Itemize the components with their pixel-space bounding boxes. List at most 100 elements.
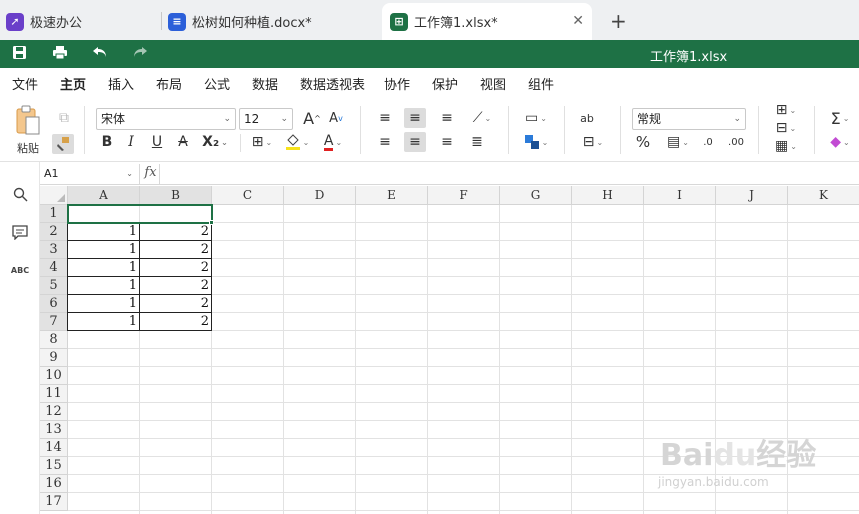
font-size-select[interactable]: 12 ⌄ bbox=[239, 108, 293, 130]
paste-icon[interactable] bbox=[12, 104, 44, 138]
align-left-icon[interactable]: ≡ bbox=[374, 132, 396, 152]
font-name-select[interactable]: 宋体 ⌄ bbox=[96, 108, 236, 130]
row-header-2[interactable]: 2 bbox=[40, 223, 68, 241]
delete-cells-icon[interactable]: ⊟ ⌄ bbox=[770, 120, 802, 136]
menu-data[interactable]: 数据 bbox=[252, 74, 278, 93]
cell-style-icon[interactable]: ⌄ bbox=[520, 132, 552, 152]
function-icon[interactable]: fx bbox=[142, 164, 160, 184]
baidu-watermark: Baidu经验 bbox=[660, 438, 817, 473]
currency-icon[interactable]: ▤ ⌄ bbox=[662, 132, 694, 152]
copy-icon[interactable]: ⧉ bbox=[54, 108, 74, 128]
grow-font-icon[interactable]: A ^ bbox=[302, 108, 322, 128]
column-header-i[interactable]: I bbox=[644, 186, 716, 205]
row-header-8[interactable]: 8 bbox=[40, 331, 68, 349]
row-header-12[interactable]: 12 bbox=[40, 403, 68, 421]
row-header-5[interactable]: 5 bbox=[40, 277, 68, 295]
align-top-icon[interactable]: ≡ bbox=[374, 108, 396, 128]
align-middle-icon[interactable]: ≡ bbox=[404, 108, 426, 128]
menu-insert[interactable]: 插入 bbox=[108, 74, 134, 93]
borders-icon[interactable]: ⊞ ⌄ bbox=[248, 132, 276, 152]
sum-icon[interactable]: Σ ⌄ bbox=[824, 108, 856, 128]
fill-color-icon[interactable]: ⌄ bbox=[282, 132, 312, 152]
row-header-4[interactable]: 4 bbox=[40, 259, 68, 277]
underline-button[interactable]: U bbox=[148, 132, 166, 152]
row-header-13[interactable]: 13 bbox=[40, 421, 68, 439]
grid-line bbox=[68, 510, 859, 511]
align-bottom-icon[interactable]: ≡ bbox=[436, 108, 458, 128]
format-cells-icon[interactable]: ▦ ⌄ bbox=[770, 138, 802, 154]
menu-components[interactable]: 组件 bbox=[528, 74, 554, 93]
shrink-font-icon[interactable]: Av bbox=[326, 108, 346, 128]
menu-protect[interactable]: 保护 bbox=[432, 74, 458, 93]
search-icon[interactable] bbox=[10, 184, 30, 204]
comment-icon[interactable] bbox=[10, 222, 30, 242]
menu-file[interactable]: 文件 bbox=[12, 74, 38, 93]
spellcheck-sidebar-icon[interactable]: ABC bbox=[10, 260, 30, 280]
menu-view[interactable]: 视图 bbox=[480, 74, 506, 93]
insert-cells-icon[interactable]: ⊞ ⌄ bbox=[770, 102, 802, 118]
row-header-14[interactable]: 14 bbox=[40, 439, 68, 457]
print-icon[interactable] bbox=[52, 45, 68, 64]
selected-cell[interactable] bbox=[67, 204, 213, 224]
row-header-16[interactable]: 16 bbox=[40, 475, 68, 493]
row-header-7[interactable]: 7 bbox=[40, 313, 68, 331]
tab-jisu-office[interactable]: ➚ 极速办公 bbox=[6, 3, 156, 40]
number-format-select[interactable]: 常规 ⌄ bbox=[632, 108, 746, 130]
rocket-icon: ➚ bbox=[6, 12, 24, 31]
menu-home[interactable]: 主页 bbox=[60, 74, 87, 98]
menu-formula[interactable]: 公式 bbox=[204, 74, 230, 93]
column-header-h[interactable]: H bbox=[572, 186, 644, 205]
font-color-icon[interactable]: A ⌄ bbox=[318, 132, 348, 152]
redo-icon[interactable] bbox=[132, 45, 148, 63]
italic-button[interactable]: I bbox=[122, 132, 140, 152]
bold-button[interactable]: B bbox=[98, 132, 116, 152]
tab-xlsx[interactable]: ⊞ 工作簿1.xlsx* ✕ bbox=[382, 3, 592, 40]
menu-collaborate[interactable]: 协作 bbox=[384, 74, 410, 93]
new-tab-button[interactable]: + bbox=[610, 9, 627, 33]
percent-button[interactable]: % bbox=[632, 132, 654, 152]
cell-border-line bbox=[67, 258, 212, 259]
row-header-17[interactable]: 17 bbox=[40, 493, 68, 511]
align-right-icon[interactable]: ≡ bbox=[436, 132, 458, 152]
strikethrough-button[interactable]: A bbox=[174, 132, 192, 152]
spell-check-icon[interactable]: ab bbox=[576, 108, 598, 128]
column-header-a[interactable]: A bbox=[68, 186, 140, 205]
column-header-k[interactable]: K bbox=[788, 186, 859, 205]
name-box[interactable]: A1 ⌄ bbox=[40, 164, 140, 184]
format-painter-icon[interactable] bbox=[52, 134, 74, 154]
row-header-10[interactable]: 10 bbox=[40, 367, 68, 385]
row-header-9[interactable]: 9 bbox=[40, 349, 68, 367]
merge-cells-icon[interactable]: ⊟ ⌄ bbox=[576, 132, 610, 152]
menu-layout[interactable]: 布局 bbox=[156, 74, 182, 93]
subscript-button[interactable]: X₂ ⌄ bbox=[200, 132, 230, 152]
column-header-j[interactable]: J bbox=[716, 186, 788, 205]
column-header-e[interactable]: E bbox=[356, 186, 428, 205]
sheet-icon: ⊞ bbox=[390, 12, 408, 31]
row-header-6[interactable]: 6 bbox=[40, 295, 68, 313]
cell-border-line bbox=[67, 294, 212, 295]
row-header-1[interactable]: 1 bbox=[40, 205, 68, 223]
tab-docx[interactable]: ≡ 松树如何种植.docx* bbox=[168, 3, 368, 40]
justify-icon[interactable]: ≣ bbox=[466, 132, 488, 152]
column-header-f[interactable]: F bbox=[428, 186, 500, 205]
column-header-b[interactable]: B bbox=[140, 186, 212, 205]
column-header-d[interactable]: D bbox=[284, 186, 356, 205]
align-center-icon[interactable]: ≡ bbox=[404, 132, 426, 152]
row-header-11[interactable]: 11 bbox=[40, 385, 68, 403]
fill-handle[interactable] bbox=[209, 220, 214, 225]
close-icon[interactable]: ✕ bbox=[572, 13, 584, 29]
text-orientation-icon[interactable]: ⟋ ⌄ bbox=[466, 108, 498, 128]
row-header-15[interactable]: 15 bbox=[40, 457, 68, 475]
clear-icon[interactable]: ◆ ⌄ bbox=[824, 132, 856, 152]
undo-icon[interactable] bbox=[92, 45, 108, 63]
column-header-g[interactable]: G bbox=[500, 186, 572, 205]
row-header-3[interactable]: 3 bbox=[40, 241, 68, 259]
column-header-c[interactable]: C bbox=[212, 186, 284, 205]
select-all-corner[interactable] bbox=[40, 186, 68, 205]
decrease-decimal-icon[interactable]: .0 bbox=[698, 132, 718, 152]
menu-pivot[interactable]: 数据透视表 bbox=[300, 74, 365, 93]
save-icon[interactable] bbox=[12, 45, 27, 64]
wrap-text-icon[interactable]: ▭ ⌄ bbox=[520, 108, 552, 128]
grid-line bbox=[68, 420, 859, 421]
increase-decimal-icon[interactable]: .00 bbox=[726, 132, 746, 152]
